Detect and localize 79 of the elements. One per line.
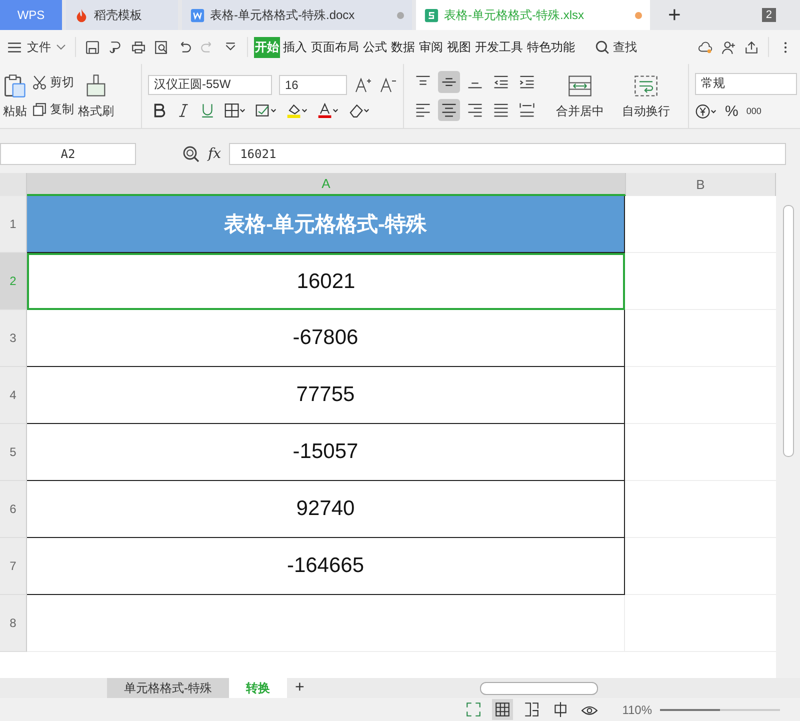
- name-box[interactable]: A2: [0, 143, 136, 165]
- cut-button[interactable]: 剪切: [32, 74, 74, 91]
- thousands-button[interactable]: 000: [746, 106, 762, 116]
- merge-center-button[interactable]: 合并居中: [556, 70, 604, 122]
- conditional-format-icon[interactable]: [255, 102, 277, 118]
- bold-icon[interactable]: [152, 102, 167, 118]
- print-icon[interactable]: [131, 40, 146, 54]
- grid-view-icon[interactable]: [492, 699, 514, 720]
- add-user-icon[interactable]: [721, 40, 736, 54]
- scissors-icon: [32, 75, 47, 90]
- search-icon: [595, 40, 610, 54]
- new-tab-button[interactable]: +: [654, 0, 695, 30]
- export-icon[interactable]: [108, 40, 123, 54]
- table-cell: -67806: [27, 310, 625, 367]
- ribbon-tab[interactable]: 视图: [446, 36, 472, 58]
- document-icon: [190, 8, 205, 22]
- row-header[interactable]: 5: [0, 424, 27, 481]
- formula-input[interactable]: 16021: [229, 143, 786, 165]
- add-sheet-button[interactable]: +: [287, 678, 312, 698]
- table-cell: 16021: [27, 253, 625, 310]
- unsaved-dot: [397, 12, 404, 18]
- spreadsheet-icon: [424, 8, 439, 22]
- row-header[interactable]: 6: [0, 481, 27, 538]
- align-center-icon[interactable]: [438, 99, 460, 121]
- eraser-icon[interactable]: [348, 102, 370, 118]
- cloud-icon[interactable]: [698, 40, 713, 54]
- font-dropdown[interactable]: 汉仪正圆-55W: [148, 74, 272, 94]
- zoom-level[interactable]: 110%: [622, 702, 652, 716]
- copy-icon: [32, 102, 47, 117]
- chevron-down-icon[interactable]: [56, 42, 66, 52]
- italic-icon[interactable]: [176, 102, 191, 118]
- table-cell: -164665: [27, 538, 625, 595]
- unsaved-dot: [635, 12, 642, 18]
- row-header[interactable]: 4: [0, 367, 27, 424]
- copy-button[interactable]: 复制: [32, 101, 74, 118]
- document-tab[interactable]: 表格-单元格格式-特殊.docx: [182, 0, 412, 30]
- ribbon-tab[interactable]: 公式: [362, 36, 388, 58]
- row-header[interactable]: 1: [0, 196, 27, 253]
- row-header[interactable]: 7: [0, 538, 27, 595]
- table-cell: -15057: [27, 424, 625, 481]
- paste-button[interactable]: 粘贴: [2, 72, 28, 120]
- border-icon[interactable]: [224, 102, 246, 118]
- search-button[interactable]: 查找: [592, 38, 637, 56]
- font-color-icon[interactable]: [317, 102, 339, 118]
- print-preview-icon[interactable]: [154, 40, 169, 54]
- window-count[interactable]: 2: [762, 8, 776, 22]
- ribbon-tab[interactable]: 审阅: [418, 36, 444, 58]
- row-header[interactable]: 3: [0, 310, 27, 367]
- document-tab[interactable]: 稻壳模板: [66, 0, 178, 30]
- save-icon[interactable]: [85, 40, 100, 54]
- ribbon-tab[interactable]: 数据: [390, 36, 416, 58]
- currency-icon[interactable]: [695, 104, 717, 118]
- wrap-text-button[interactable]: 自动换行: [622, 70, 670, 122]
- table-cell: 92740: [27, 481, 625, 538]
- function-button[interactable]: fx: [208, 146, 222, 162]
- number-format-dropdown[interactable]: 常规: [695, 72, 797, 94]
- align-middle-icon[interactable]: [438, 71, 460, 93]
- table-title-cell: 表格-单元格格式-特殊: [27, 196, 625, 253]
- ribbon-tab[interactable]: 特色功能: [526, 36, 576, 58]
- font-size-dropdown[interactable]: 16: [279, 74, 347, 94]
- row-header[interactable]: 8: [0, 595, 27, 652]
- share-icon[interactable]: [744, 40, 759, 54]
- decrease-font-icon[interactable]: [379, 76, 397, 94]
- ribbon-tab[interactable]: 插入: [282, 36, 308, 58]
- percent-button[interactable]: %: [725, 102, 738, 120]
- ribbon-tab[interactable]: 开发工具: [474, 36, 524, 58]
- sheet-tab[interactable]: 单元格格式-特殊: [107, 678, 229, 698]
- merge-cells-icon: [567, 72, 593, 98]
- file-menu[interactable]: 文件: [27, 38, 51, 56]
- ribbon-tab[interactable]: 页面布局: [310, 36, 360, 58]
- table-cell: 77755: [27, 367, 625, 424]
- zoom-icon[interactable]: [182, 145, 200, 163]
- flame-icon: [74, 8, 89, 22]
- menu-icon[interactable]: [7, 40, 22, 54]
- format-painter-button[interactable]: 格式刷: [78, 72, 114, 120]
- underline-icon[interactable]: [200, 102, 215, 118]
- increase-font-icon[interactable]: [354, 76, 372, 94]
- fill-color-icon[interactable]: [286, 102, 308, 118]
- wrap-text-icon: [633, 72, 659, 98]
